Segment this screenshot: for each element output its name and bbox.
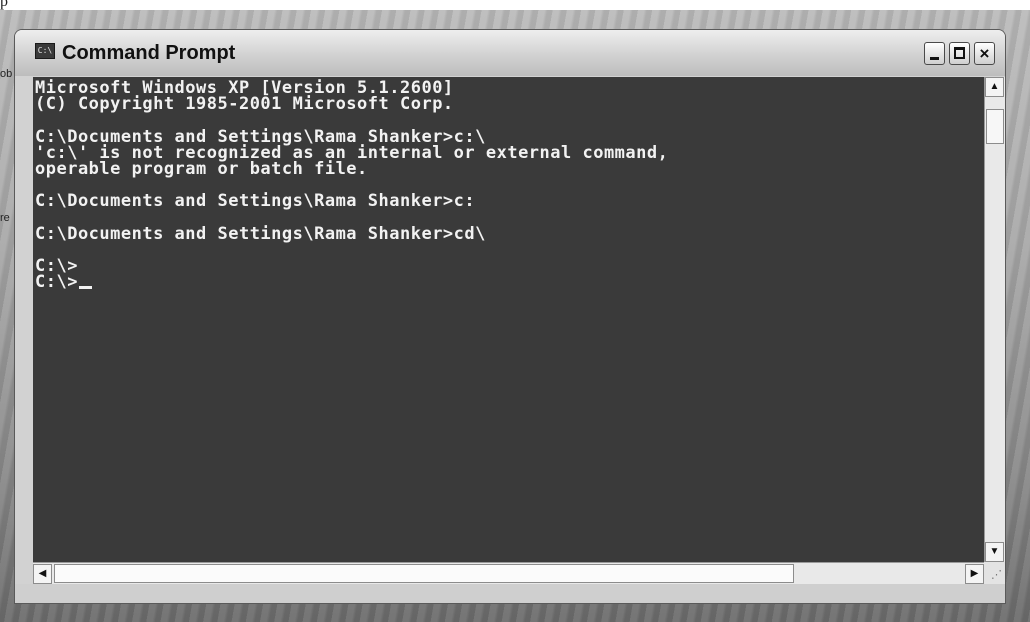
arrow-down-icon: ▼ [989,546,1000,557]
resize-grip-icon: ⋰ [991,569,1002,581]
console-lines: Microsoft Windows XP [Version 5.1.2600] … [35,79,668,293]
arrow-up-icon: ▲ [989,81,1000,92]
resize-grip[interactable]: ⋰ [984,562,1005,584]
arrow-left-icon: ◀ [38,568,47,579]
scroll-right-button[interactable]: ▶ [965,564,984,584]
minimize-icon [930,57,939,60]
text-cursor [78,286,92,290]
window-bottom-frame [15,584,1005,603]
console-output[interactable]: Microsoft Windows XP [Version 5.1.2600] … [33,77,984,562]
horizontal-scrollbar[interactable]: ◀ ▶ [33,562,984,584]
window-title: Command Prompt [62,42,236,64]
console-app-icon[interactable]: C:\ [35,43,55,59]
vertical-scroll-thumb[interactable] [986,109,1004,144]
console-prompt-line: C:\> [35,272,668,293]
top-strip [0,0,1030,10]
title-bar[interactable]: C:\ Command Prompt × [15,30,1005,76]
horizontal-scroll-thumb[interactable] [54,564,794,583]
desktop-icon-label-fragment: re [0,212,10,224]
close-icon: × [979,44,990,63]
scroll-down-button[interactable]: ▼ [985,542,1004,562]
console-line: C:\Documents and Settings\Rama Shanker>c… [35,223,486,244]
maximize-icon [954,47,965,59]
scroll-left-button[interactable]: ◀ [33,564,52,584]
console-prompt: C:\> [35,272,78,293]
minimize-button[interactable] [924,42,945,65]
desktop-corner-glyph: p [0,0,8,10]
arrow-right-icon: ▶ [970,568,979,579]
console-line: operable program or batch file. [35,158,368,179]
console-line: C:\Documents and Settings\Rama Shanker>c… [35,191,476,212]
scroll-up-button[interactable]: ▲ [985,77,1004,97]
console-line: C:\> [35,256,78,277]
maximize-button[interactable] [949,42,970,65]
window-controls: × [924,42,995,65]
console-line: (C) Copyright 1985-2001 Microsoft Corp. [35,94,454,115]
command-prompt-window: C:\ Command Prompt × Microsoft Windows X… [14,29,1006,604]
desktop-icon-label-fragment: ob [0,68,13,80]
vertical-scrollbar[interactable]: ▲ ▼ [984,77,1005,562]
close-button[interactable]: × [974,42,995,65]
